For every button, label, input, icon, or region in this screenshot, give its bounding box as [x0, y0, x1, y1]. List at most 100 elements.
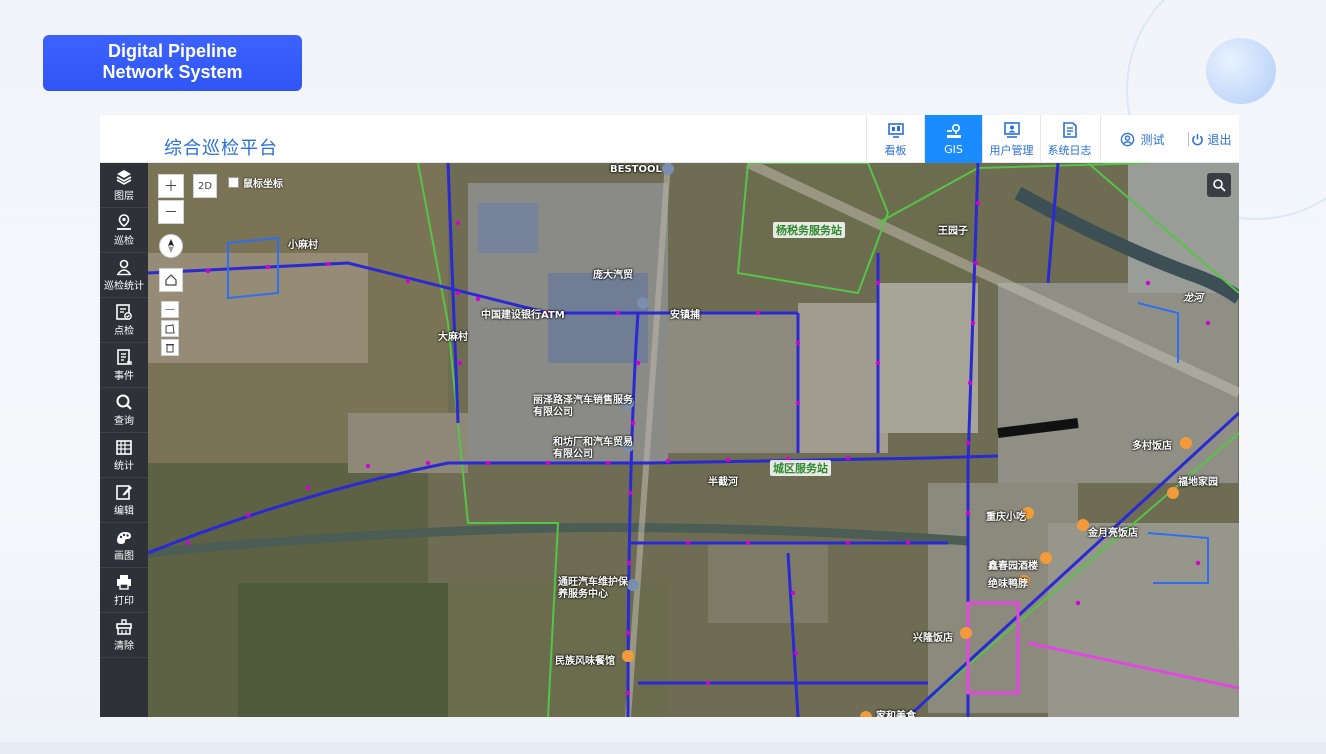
- map-label: 金月亮饭店: [1088, 528, 1138, 539]
- gis-pin-icon: [946, 123, 961, 138]
- sidebar-item-event[interactable]: 事件: [100, 343, 148, 388]
- sidebar-item-statistics[interactable]: 统计: [100, 433, 148, 478]
- system-title-line2: Network System: [102, 62, 243, 82]
- user-avatar-icon: [1121, 132, 1135, 146]
- background-decoration-orb: [1206, 38, 1276, 104]
- power-icon: [1192, 133, 1204, 145]
- sidebar-item-inspection-stats[interactable]: 巡检统计: [100, 253, 148, 298]
- delete-drawing-button[interactable]: [161, 339, 179, 356]
- bottom-band: [0, 742, 1326, 754]
- map-label: 鑫春园酒楼: [988, 561, 1038, 572]
- nav-gis[interactable]: GIS: [924, 115, 982, 163]
- home-icon: [165, 274, 177, 286]
- map-label: 福地家园: [1178, 477, 1218, 488]
- print-icon: [117, 575, 131, 590]
- sidebar-label: 点检: [114, 326, 134, 337]
- compass-button[interactable]: [159, 234, 183, 258]
- nav-system-log[interactable]: 系统日志: [1040, 115, 1098, 163]
- sidebar-item-point-check[interactable]: 点检: [100, 298, 148, 343]
- sidebar-label: 事件: [114, 371, 134, 382]
- mouse-coordinate-label: 鼠标坐标: [243, 179, 283, 190]
- app-window: 综合巡检平台 看板 GIS 用户管理 系统日志 测试 退出 图层 巡检 巡检统计…: [100, 115, 1239, 717]
- user-manage-icon: [1003, 121, 1020, 138]
- map-label: 庞大汽贸: [593, 270, 633, 281]
- logout-label: 退出: [1207, 132, 1232, 147]
- inspection-pin-icon: [117, 214, 131, 230]
- map-label: 民族风味餐馆: [555, 656, 615, 667]
- map-label: 王园子: [938, 226, 968, 237]
- map-label: 半截河: [708, 477, 738, 488]
- sidebar-label: 统计: [114, 461, 134, 472]
- sidebar-item-clear[interactable]: 清除: [100, 613, 148, 658]
- separator: [1188, 132, 1189, 146]
- map-label: 中国建设银行ATM: [481, 310, 565, 321]
- view-mode-label: 2D: [197, 180, 213, 192]
- nav-dashboard[interactable]: 看板: [866, 115, 924, 163]
- top-nav: 看板 GIS 用户管理 系统日志: [866, 115, 1098, 163]
- mouse-coordinate-checkbox[interactable]: [228, 177, 239, 188]
- service-station-label: 城区服务站: [770, 460, 831, 476]
- map-label: 和坊厂和汽车贸易有限公司: [553, 437, 633, 460]
- system-title-line1: Digital Pipeline: [107, 41, 238, 61]
- sidebar-label: 打印: [114, 596, 134, 607]
- map-label: 家和美食: [876, 711, 916, 717]
- home-extent-button[interactable]: [159, 268, 183, 292]
- nav-user-manage[interactable]: 用户管理: [982, 115, 1040, 163]
- map-label: 丽泽路泽汽车销售服务有限公司: [533, 395, 633, 418]
- tool-sidebar: 图层 巡检 巡检统计 点检 事件 查询 统计 编辑 画图 打印 清除: [100, 163, 148, 717]
- zoom-out-button[interactable]: －: [158, 200, 184, 224]
- compass-icon: [168, 239, 174, 253]
- system-title-badge: Digital Pipeline Network System: [43, 35, 302, 91]
- trash-icon: [166, 344, 174, 353]
- event-icon: [117, 349, 132, 365]
- sidebar-item-inspection[interactable]: 巡检: [100, 208, 148, 253]
- search-icon: [116, 394, 132, 410]
- dashboard-icon: [887, 122, 904, 138]
- clear-icon: [116, 619, 132, 635]
- map-label: BESTOOL: [610, 164, 662, 175]
- nav-system-log-label: 系统日志: [1047, 143, 1092, 157]
- map-label: 多村饭店: [1132, 441, 1172, 452]
- sidebar-label: 巡检: [114, 236, 134, 247]
- sidebar-item-query[interactable]: 查询: [100, 388, 148, 433]
- sidebar-item-layers[interactable]: 图层: [100, 163, 148, 208]
- mouse-coordinate-toggle[interactable]: 鼠标坐标: [228, 175, 283, 190]
- map-label: 通旺汽车维护保养服务中心: [558, 577, 628, 600]
- sidebar-item-draw[interactable]: 画图: [100, 523, 148, 568]
- logout-button[interactable]: 退出: [1184, 115, 1239, 163]
- draw-polygon-button[interactable]: [161, 320, 179, 337]
- platform-title: 综合巡检平台: [164, 138, 278, 159]
- system-log-icon: [1062, 121, 1077, 138]
- edit-icon: [116, 485, 132, 500]
- sidebar-label: 编辑: [114, 506, 134, 517]
- map-label: 大麻村: [438, 332, 468, 343]
- line-tool-icon: —: [165, 304, 175, 315]
- polygon-tool-icon: [165, 323, 175, 333]
- search-icon: [1213, 179, 1226, 192]
- sidebar-label: 查询: [114, 416, 134, 427]
- draw-line-button[interactable]: —: [161, 301, 179, 318]
- view-mode-2d-button[interactable]: 2D: [193, 174, 217, 198]
- map-search-button[interactable]: [1207, 173, 1231, 197]
- user-menu[interactable]: 测试: [1100, 115, 1184, 163]
- map-label: 兴隆饭店: [913, 633, 953, 644]
- gis-map[interactable]: ＋ － 2D 鼠标坐标 — BESTOOL 小麻村 大麻村 庞大汽贸 中国建设银…: [148, 163, 1239, 717]
- inspection-stats-icon: [117, 259, 131, 276]
- nav-dashboard-label: 看板: [884, 143, 907, 157]
- map-label: 绝味鸭脖: [988, 579, 1028, 590]
- sidebar-label: 清除: [114, 641, 134, 652]
- top-bar: 综合巡检平台 看板 GIS 用户管理 系统日志 测试 退出: [100, 115, 1239, 163]
- map-label: 龙河: [1183, 293, 1203, 304]
- sidebar-item-print[interactable]: 打印: [100, 568, 148, 613]
- statistics-icon: [116, 440, 132, 455]
- nav-gis-label: GIS: [944, 143, 963, 156]
- map-label: 小麻村: [288, 240, 318, 251]
- draw-icon: [117, 532, 131, 544]
- sidebar-label: 图层: [114, 191, 134, 202]
- zoom-in-button[interactable]: ＋: [158, 174, 184, 198]
- user-name: 测试: [1140, 132, 1165, 147]
- sidebar-item-edit[interactable]: 编辑: [100, 478, 148, 523]
- map-label: 安镇捕: [670, 310, 700, 321]
- sidebar-label: 巡检统计: [104, 281, 144, 292]
- sidebar-label: 画图: [114, 551, 134, 562]
